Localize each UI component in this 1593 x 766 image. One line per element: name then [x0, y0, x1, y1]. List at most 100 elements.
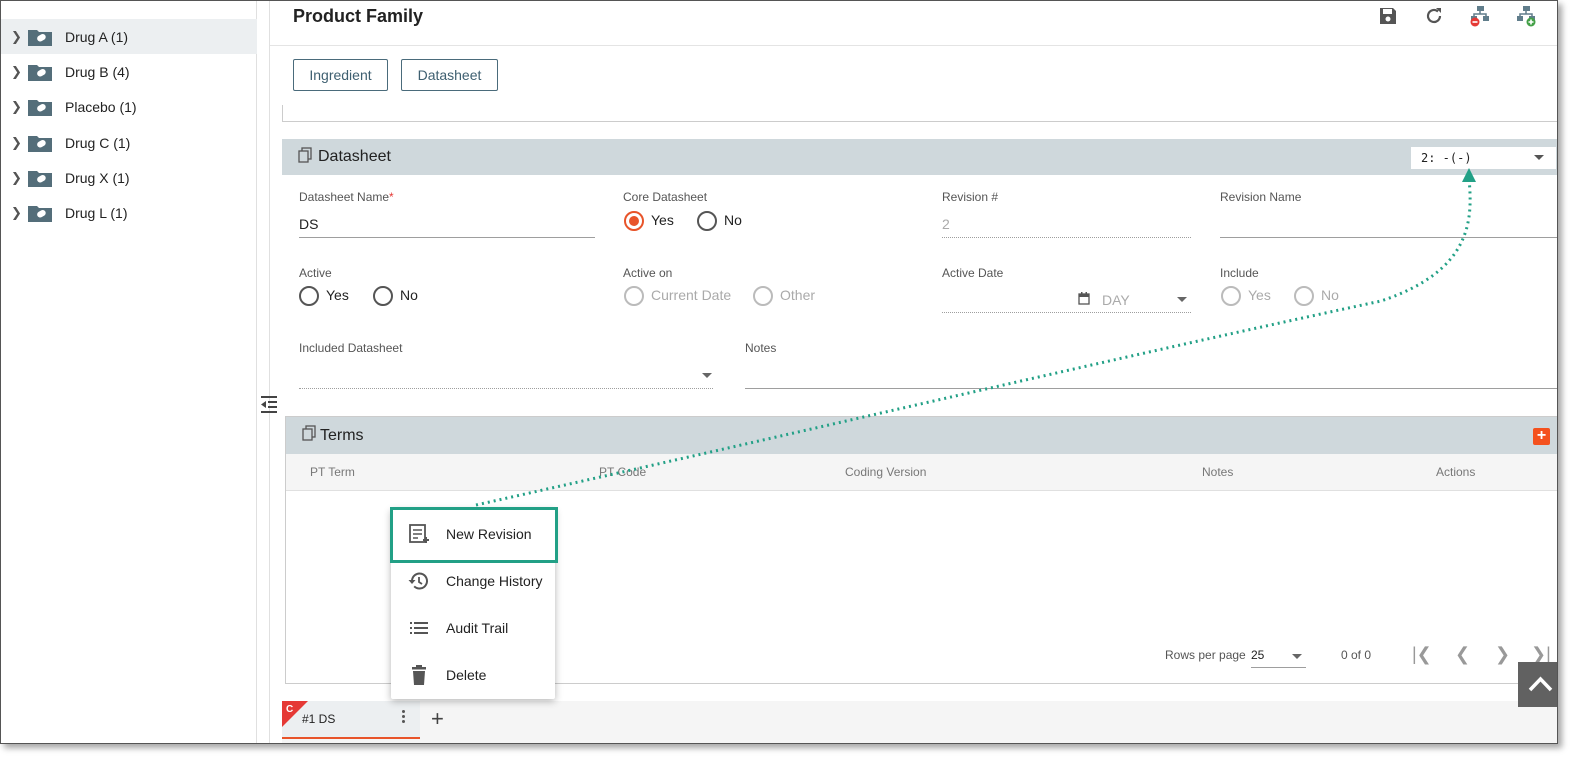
col-pt-code[interactable]: PT Code: [599, 465, 646, 479]
tree-item-label: Drug X (1): [65, 169, 130, 186]
menu-item-label: Audit Trail: [446, 620, 509, 636]
menu-item-label: Delete: [446, 667, 487, 683]
dropdown-arrow-icon[interactable]: [702, 373, 712, 378]
include-yes-label: Yes: [1248, 287, 1271, 303]
product-folder-icon: [27, 27, 53, 47]
ingredient-section-edge: [282, 105, 1557, 122]
col-notes[interactable]: Notes: [1202, 465, 1233, 479]
save-icon[interactable]: [1377, 5, 1399, 27]
tree-item-label: Drug L (1): [65, 204, 128, 221]
tree-item-drug-x[interactable]: ❯ Drug X (1): [1, 160, 257, 195]
prev-page-icon[interactable]: ❮: [1455, 644, 1470, 665]
active-no-label: No: [400, 287, 418, 303]
scroll-to-top-button[interactable]: [1518, 662, 1557, 707]
product-folder-icon: [27, 133, 53, 153]
tree-item-placebo[interactable]: ❯ Placebo (1): [1, 89, 257, 124]
menu-item-change-history[interactable]: Change History: [391, 558, 555, 604]
active-label: Active: [299, 266, 332, 280]
menu-item-audit-trail[interactable]: Audit Trail: [391, 605, 555, 651]
active-on-label: Active on: [623, 266, 673, 280]
revision-name-label: Revision Name: [1220, 190, 1302, 204]
menu-item-label: Change History: [446, 573, 543, 589]
app-window: ❯ Drug A (1) ❯ Drug B (4) ❯ Placebo (1) …: [0, 0, 1558, 744]
list-icon: [407, 616, 431, 640]
tree-item-drug-a[interactable]: ❯ Drug A (1): [1, 19, 257, 54]
active-on-current-radio[interactable]: [624, 286, 644, 306]
collapse-sidebar-icon[interactable]: [259, 394, 279, 421]
included-datasheet-select[interactable]: [299, 388, 713, 389]
add-term-button[interactable]: +: [1533, 428, 1550, 445]
callout-highlight: [390, 507, 558, 563]
first-page-icon[interactable]: |❮: [1412, 644, 1432, 665]
revision-tab[interactable]: C #1 DS: [282, 701, 420, 739]
more-vert-icon[interactable]: [402, 710, 406, 725]
revision-name-input[interactable]: [1220, 237, 1557, 238]
active-yes-radio[interactable]: [299, 286, 319, 306]
product-folder-icon: [27, 97, 53, 117]
page-title: Product Family: [293, 6, 424, 26]
dropdown-arrow-icon[interactable]: [1177, 297, 1187, 302]
panel-divider: [269, 1, 270, 743]
header-divider: [270, 45, 1557, 46]
rows-per-page-label: Rows per page: [1165, 648, 1246, 662]
tree-item-drug-b[interactable]: ❯ Drug B (4): [1, 54, 257, 89]
datasheet-name-label-text: Datasheet Name: [299, 190, 390, 204]
notes-input[interactable]: [745, 388, 1557, 389]
tree-item-drug-l[interactable]: ❯ Drug L (1): [1, 195, 257, 230]
sidebar: ❯ Drug A (1) ❯ Drug B (4) ❯ Placebo (1) …: [1, 1, 257, 743]
next-page-icon[interactable]: ❯: [1495, 644, 1510, 665]
core-yes-radio[interactable]: [624, 211, 644, 231]
revision-tab-label: #1 DS: [302, 712, 336, 726]
rows-per-page-underline: [1251, 667, 1306, 668]
chevron-right-icon[interactable]: ❯: [11, 135, 23, 151]
refresh-icon[interactable]: [1423, 5, 1445, 27]
revision-number-underline: [942, 237, 1191, 238]
active-on-current-label: Current Date: [651, 287, 732, 303]
menu-item-delete[interactable]: Delete: [391, 652, 555, 698]
revision-number-label: Revision #: [942, 190, 999, 204]
active-date-label: Active Date: [942, 266, 1004, 280]
chevron-right-icon[interactable]: ❯: [11, 29, 23, 45]
terms-panel-title: Terms: [320, 426, 364, 444]
include-yes-radio[interactable]: [1221, 286, 1241, 306]
dropdown-arrow-icon: [1534, 155, 1544, 160]
tree-item-label: Drug C (1): [65, 134, 131, 151]
hierarchy-add-icon[interactable]: [1515, 5, 1537, 27]
chevron-right-icon[interactable]: ❯: [11, 99, 23, 115]
col-actions: Actions: [1436, 465, 1476, 479]
tab-datasheet[interactable]: Datasheet: [401, 59, 498, 91]
active-no-radio[interactable]: [373, 286, 393, 306]
core-badge-text: C: [286, 704, 294, 715]
terms-table-header: PT Term PT Code Coding Version Notes Act…: [286, 454, 1557, 491]
copy-icon: [298, 146, 312, 168]
header-toolbar: [1377, 5, 1537, 27]
terms-panel-header: Terms: [286, 417, 1557, 454]
tab-ingredient[interactable]: Ingredient: [293, 59, 388, 91]
core-datasheet-label: Core Datasheet: [623, 190, 708, 204]
dropdown-arrow-icon[interactable]: [1292, 654, 1302, 659]
chevron-right-icon[interactable]: ❯: [11, 64, 23, 80]
active-on-other-radio[interactable]: [753, 286, 773, 306]
rows-per-page-select[interactable]: 25: [1251, 648, 1264, 662]
include-no-label: No: [1321, 287, 1339, 303]
chevron-right-icon[interactable]: ❯: [11, 205, 23, 221]
pagination-range: 0 of 0: [1341, 648, 1372, 662]
copy-icon: [302, 425, 316, 446]
core-no-label: No: [724, 212, 742, 228]
product-folder-icon: [27, 168, 53, 188]
col-pt-term[interactable]: PT Term: [310, 465, 355, 479]
notes-label: Notes: [745, 341, 777, 355]
col-coding-version[interactable]: Coding Version: [845, 465, 926, 479]
datasheet-name-label: Datasheet Name*: [299, 190, 394, 204]
calendar-icon[interactable]: [1078, 292, 1090, 310]
active-date-unit[interactable]: DAY: [1102, 292, 1130, 308]
core-no-radio[interactable]: [697, 211, 717, 231]
datasheet-name-input[interactable]: DS: [299, 216, 318, 232]
add-tab-icon[interactable]: +: [431, 706, 444, 732]
hierarchy-remove-icon[interactable]: [1469, 5, 1491, 27]
revision-select[interactable]: 2: -(-): [1411, 147, 1556, 169]
include-no-radio[interactable]: [1294, 286, 1314, 306]
core-yes-label: Yes: [651, 212, 674, 228]
tree-item-drug-c[interactable]: ❯ Drug C (1): [1, 125, 257, 160]
chevron-right-icon[interactable]: ❯: [11, 170, 23, 186]
